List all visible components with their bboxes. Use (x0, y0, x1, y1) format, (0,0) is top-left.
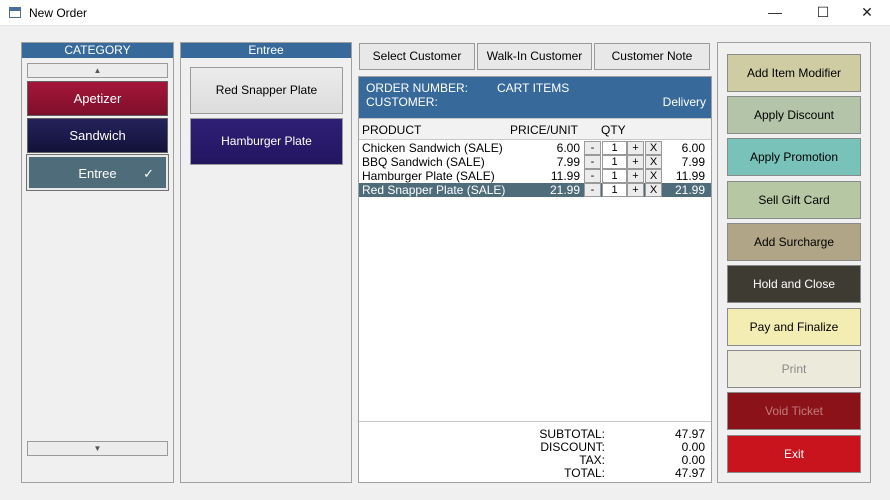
qty-field[interactable]: 1 (602, 183, 627, 197)
window-title: New Order (29, 6, 88, 20)
order-column-header: PRODUCT PRICE/UNIT QTY (359, 118, 711, 140)
discount-value: 0.00 (681, 440, 705, 454)
remove-item-button[interactable]: X (645, 155, 662, 169)
action-label: Pay and Finalize (749, 320, 839, 334)
price-column-header: PRICE/UNIT (510, 123, 579, 137)
print-button[interactable]: Print (727, 350, 861, 388)
qty-field[interactable]: 1 (602, 169, 627, 183)
qty-increase-button[interactable]: + (627, 155, 644, 169)
totals-divider (359, 421, 711, 422)
select-customer-button[interactable]: Select Customer (359, 43, 475, 70)
action-label: Add Surcharge (753, 235, 835, 249)
maximize-icon[interactable]: ☐ (800, 0, 846, 26)
menu-items-panel: Entree Red Snapper Plate Hamburger Plate (180, 42, 352, 483)
action-label: Add Item Modifier (746, 66, 842, 80)
apply-discount-button[interactable]: Apply Discount (727, 96, 861, 134)
close-icon[interactable]: ✕ (844, 0, 890, 26)
void-ticket-button[interactable]: Void Ticket (727, 392, 861, 430)
action-label: Apply Discount (753, 108, 835, 122)
order-number-label: ORDER NUMBER: (366, 81, 469, 95)
category-apetizer-button[interactable]: Apetizer (27, 81, 168, 116)
customer-note-button[interactable]: Customer Note (594, 43, 710, 70)
action-panel: Add Item Modifier Apply Discount Apply P… (717, 42, 871, 483)
unit-price: 6.00 (556, 141, 580, 155)
category-scroll-up-icon[interactable]: ▲ (27, 63, 168, 78)
unit-price: 11.99 (550, 169, 580, 183)
qty-field[interactable]: 1 (602, 141, 627, 155)
category-label: Sandwich (69, 128, 126, 143)
walk-in-customer-button[interactable]: Walk-In Customer (477, 43, 592, 70)
qty-decrease-button[interactable]: - (584, 183, 601, 197)
action-label: Print (781, 362, 807, 376)
action-label: Hold and Close (752, 277, 836, 291)
order-panel: ORDER NUMBER: CART ITEMS CUSTOMER: Deliv… (358, 76, 712, 483)
item-label: Hamburger Plate (221, 134, 312, 148)
product-column-header: PRODUCT (362, 123, 422, 137)
category-label: Apetizer (73, 91, 122, 106)
order-row-selected[interactable]: Red Snapper Plate (SALE) 21.99 - 1 + X 2… (359, 183, 711, 197)
cart-items-label: CART ITEMS (497, 81, 570, 95)
order-row[interactable]: Chicken Sandwich (SALE) 6.00 - 1 + X 6.0… (359, 141, 711, 155)
subtotal-label: SUBTOTAL: (539, 427, 605, 441)
add-surcharge-button[interactable]: Add Surcharge (727, 223, 861, 261)
line-total: 7.99 (681, 155, 705, 169)
discount-label: DISCOUNT: (540, 440, 605, 454)
order-type-label: Delivery (662, 95, 706, 109)
customer-label: CUSTOMER: (366, 95, 438, 109)
qty-increase-button[interactable]: + (627, 141, 644, 155)
item-label: Red Snapper Plate (215, 83, 318, 97)
subtotal-value: 47.97 (674, 427, 705, 441)
action-label: Apply Promotion (749, 150, 839, 164)
category-scroll-down-icon[interactable]: ▼ (27, 441, 168, 456)
unit-price: 7.99 (556, 155, 580, 169)
product-name: Red Snapper Plate (SALE) (362, 183, 506, 197)
line-total: 6.00 (681, 141, 705, 155)
category-panel: CATEGORY ▲ Apetizer Sandwich Entree ✓ ▼ (21, 42, 174, 483)
category-header: CATEGORY (22, 43, 173, 58)
action-label: Void Ticket (764, 404, 824, 418)
hold-and-close-button[interactable]: Hold and Close (727, 265, 861, 303)
product-name: Chicken Sandwich (SALE) (362, 141, 503, 155)
action-label: Exit (783, 447, 804, 461)
action-label: Sell Gift Card (758, 193, 830, 207)
add-item-modifier-button[interactable]: Add Item Modifier (727, 54, 861, 92)
qty-decrease-button[interactable]: - (584, 169, 601, 183)
total-value: 47.97 (674, 466, 705, 480)
item-red-snapper-plate-button[interactable]: Red Snapper Plate (190, 67, 343, 114)
unit-price: 21.99 (549, 183, 580, 197)
order-row[interactable]: Hamburger Plate (SALE) 11.99 - 1 + X 11.… (359, 169, 711, 183)
minimize-icon[interactable]: — (752, 0, 798, 26)
order-window-body: CATEGORY ▲ Apetizer Sandwich Entree ✓ ▼ … (0, 26, 890, 500)
qty-decrease-button[interactable]: - (584, 141, 601, 155)
apply-promotion-button[interactable]: Apply Promotion (727, 138, 861, 176)
product-name: BBQ Sandwich (SALE) (362, 155, 485, 169)
exit-button[interactable]: Exit (727, 435, 861, 473)
app-window-icon (9, 7, 21, 18)
total-label: TOTAL: (564, 466, 605, 480)
item-hamburger-plate-button[interactable]: Hamburger Plate (190, 118, 343, 165)
menu-items-header: Entree (181, 43, 351, 58)
tax-value: 0.00 (681, 453, 705, 467)
category-sandwich-button[interactable]: Sandwich (27, 118, 168, 153)
order-row[interactable]: BBQ Sandwich (SALE) 7.99 - 1 + X 7.99 (359, 155, 711, 169)
qty-field[interactable]: 1 (602, 155, 627, 169)
line-total: 21.99 (674, 183, 705, 197)
order-header: ORDER NUMBER: CART ITEMS CUSTOMER: Deliv… (359, 77, 711, 118)
qty-increase-button[interactable]: + (627, 183, 644, 197)
checkmark-icon: ✓ (143, 166, 154, 181)
category-entree-button[interactable]: Entree ✓ (26, 154, 169, 191)
remove-item-button[interactable]: X (645, 169, 662, 183)
qty-column-header: QTY (601, 123, 626, 137)
pay-and-finalize-button[interactable]: Pay and Finalize (727, 308, 861, 346)
remove-item-button[interactable]: X (645, 141, 662, 155)
title-bar: New Order — ☐ ✕ (0, 0, 890, 26)
category-label: Entree (78, 166, 117, 181)
qty-decrease-button[interactable]: - (584, 155, 601, 169)
qty-increase-button[interactable]: + (627, 169, 644, 183)
product-name: Hamburger Plate (SALE) (362, 169, 495, 183)
tax-label: TAX: (579, 453, 605, 467)
sell-gift-card-button[interactable]: Sell Gift Card (727, 181, 861, 219)
line-total: 11.99 (675, 169, 705, 183)
remove-item-button[interactable]: X (645, 183, 662, 197)
